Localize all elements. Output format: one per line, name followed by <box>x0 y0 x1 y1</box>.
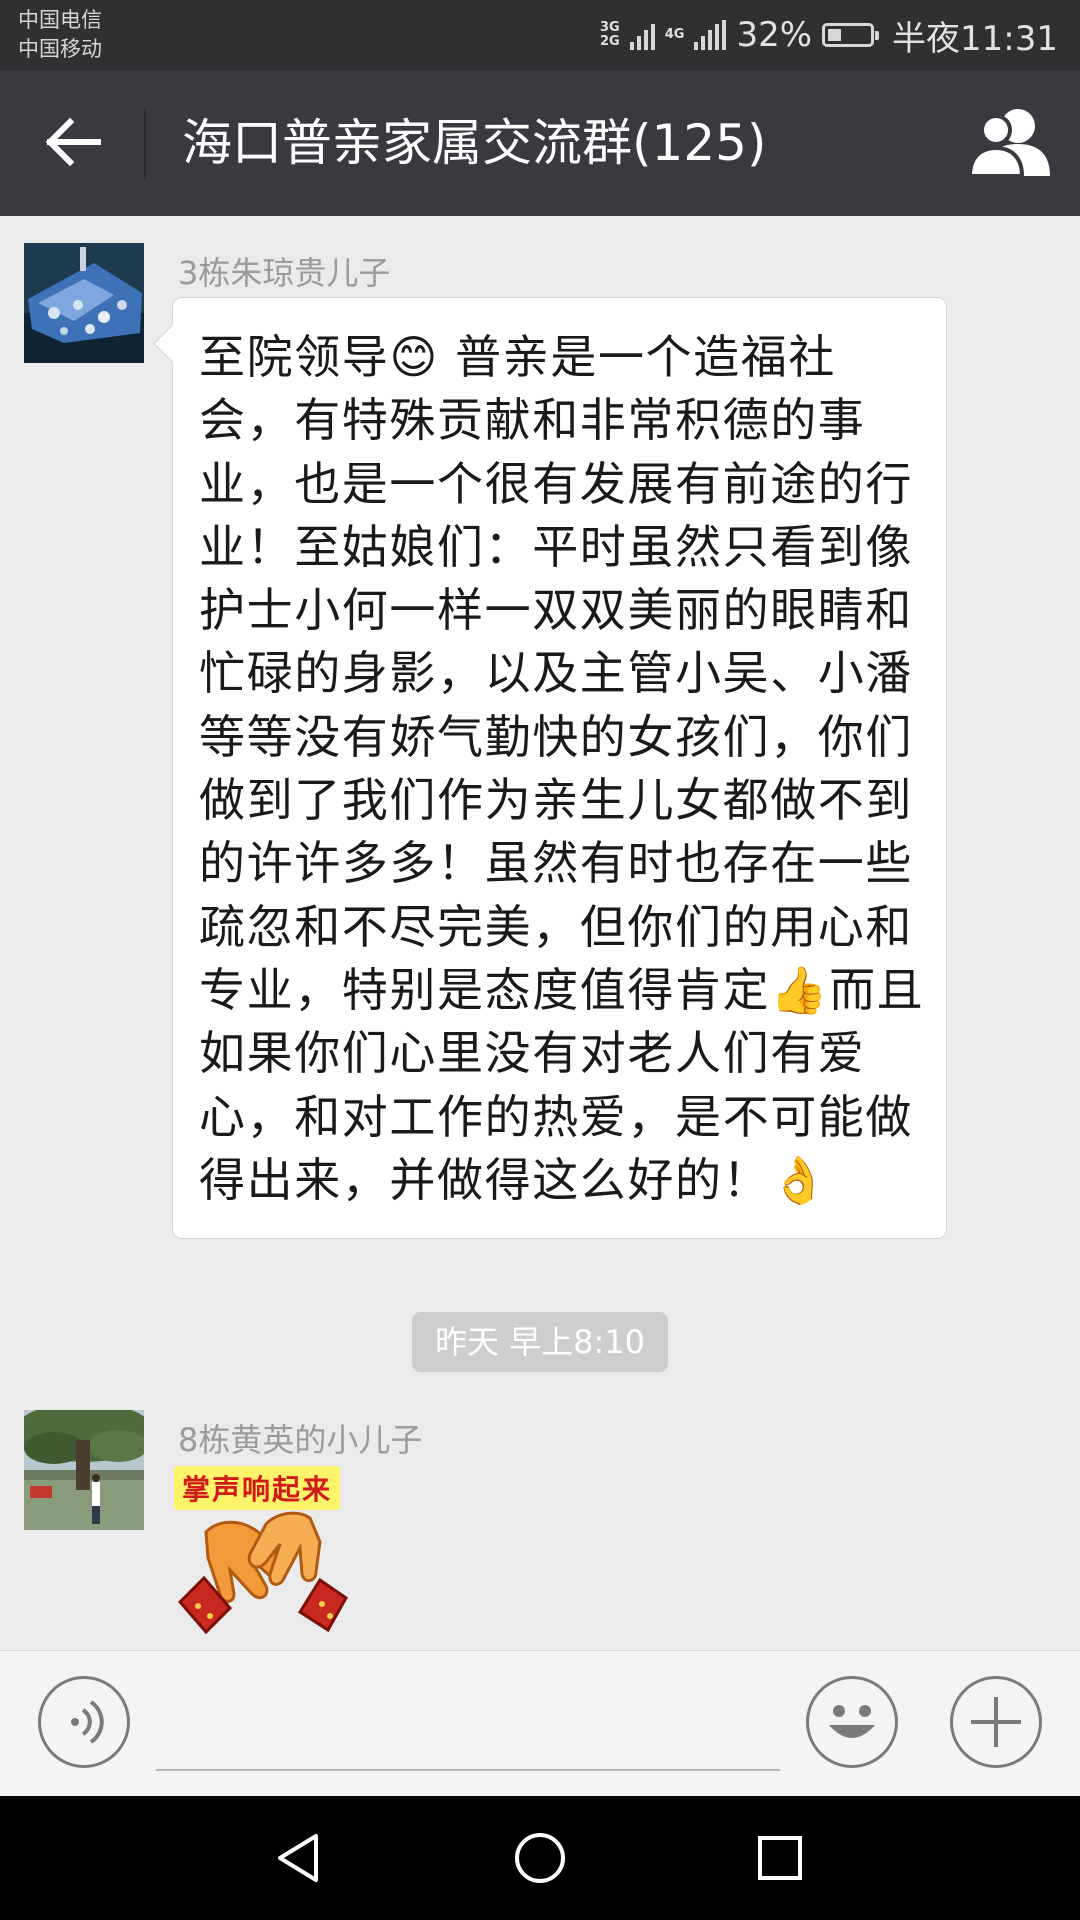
message-bubble[interactable]: 至院领导😊 普亲是一个造福社会，有特殊贡献和非常积德的事业，也是一个很有发展有前… <box>172 297 947 1239</box>
network-type-sim1: 3G 2G <box>600 20 620 49</box>
carrier-1: 中国电信 <box>18 8 102 32</box>
chat-title: 海口普亲家属交流群(125) <box>182 114 767 172</box>
applause-hands-icon[interactable]: 掌声响起来 <box>170 1462 350 1635</box>
signal-icon-sim1 <box>629 20 655 50</box>
back-arrow-icon[interactable] <box>42 110 106 174</box>
voice-input-icon[interactable] <box>38 1676 130 1768</box>
header-divider <box>144 108 146 180</box>
signal-icon-sim2 <box>694 20 727 50</box>
sticker-caption: 掌声响起来 <box>174 1466 341 1510</box>
input-bar <box>0 1650 1080 1797</box>
nav-home-icon[interactable] <box>512 1830 568 1886</box>
nav-back-icon[interactable] <box>270 1830 326 1886</box>
sender-name: 8栋黄英的小儿子 <box>178 1421 423 1459</box>
plus-icon[interactable] <box>950 1676 1042 1768</box>
battery-icon <box>822 23 880 47</box>
carrier-2: 中国移动 <box>18 37 102 61</box>
battery-percent: 32% <box>736 15 813 55</box>
chat-header: 海口普亲家属交流群(125) <box>0 70 1080 216</box>
group-members-icon[interactable] <box>967 106 1052 178</box>
carrier-labels: 中国电信 中国移动 <box>18 6 102 64</box>
message-text: 至院领导😊 普亲是一个造福社会，有特殊贡献和非常积德的事业，也是一个很有发展有前… <box>199 330 925 1207</box>
emoji-icon[interactable] <box>806 1676 898 1768</box>
avatar[interactable] <box>24 1410 144 1530</box>
system-nav-bar <box>0 1796 1080 1920</box>
status-clock: 半夜11:31 <box>892 18 1058 59</box>
status-bar: 中国电信 中国移动 3G 2G 4G 32% 半夜11:31 <box>0 0 1080 70</box>
message-timestamp: 昨天 早上8:10 <box>412 1312 668 1372</box>
network-type-sim2: 4G <box>664 27 685 42</box>
nav-recents-icon[interactable] <box>752 1830 808 1886</box>
avatar[interactable] <box>24 243 144 363</box>
message-input[interactable] <box>156 1769 780 1771</box>
status-indicators: 3G 2G 4G 32% 半夜11:31 <box>600 0 1058 70</box>
sender-name: 3栋朱琼贵儿子 <box>178 254 391 292</box>
